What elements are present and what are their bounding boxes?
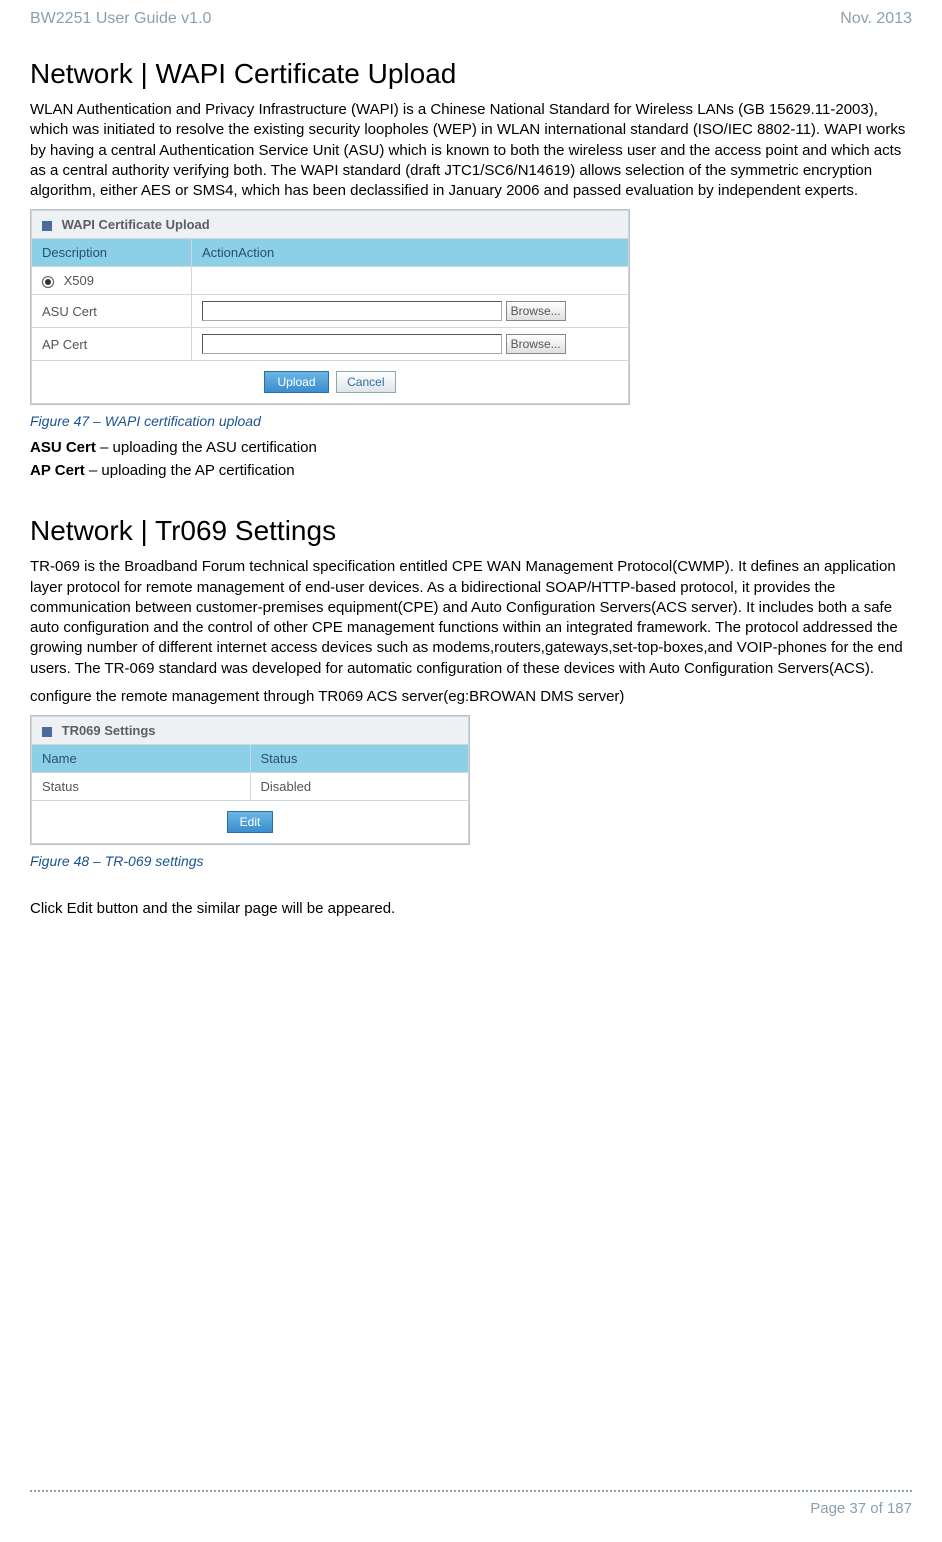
section1-title: Network | WAPI Certificate Upload: [30, 58, 912, 90]
tr069-row-value: Disabled: [250, 773, 469, 801]
wapi-panel: WAPI Certificate Upload Description Acti…: [30, 209, 630, 405]
def-ap-text: – uploading the AP certification: [85, 462, 295, 479]
tr069-col-name: Name: [32, 745, 251, 773]
def-asu-text: – uploading the ASU certification: [96, 439, 317, 456]
section2-para3: Click Edit button and the similar page w…: [30, 899, 912, 919]
row-x509: X509: [32, 267, 192, 295]
row-asu-label: ASU Cert: [32, 295, 192, 328]
figure48-caption: Figure 48 – TR-069 settings: [30, 853, 912, 869]
row-ap-action: Browse...: [192, 328, 629, 361]
panel-icon: [42, 727, 52, 737]
def-asu: ASU Cert – uploading the ASU certificati…: [30, 439, 912, 456]
col-description: Description: [32, 239, 192, 267]
tr069-panel: TR069 Settings Name Status Status Disabl…: [30, 715, 470, 845]
edit-button[interactable]: Edit: [227, 811, 274, 833]
page-number: Page 37 of 187: [810, 1500, 912, 1517]
section2-para2: configure the remote management through …: [30, 687, 912, 707]
x509-radio[interactable]: [42, 276, 54, 288]
ap-browse-button[interactable]: Browse...: [506, 334, 566, 354]
cancel-button[interactable]: Cancel: [336, 371, 395, 393]
def-ap: AP Cert – uploading the AP certification: [30, 462, 912, 479]
def-asu-label: ASU Cert: [30, 439, 96, 456]
x509-label: X509: [64, 273, 94, 288]
doc-title: BW2251 User Guide v1.0: [30, 10, 211, 28]
doc-date: Nov. 2013: [840, 10, 912, 28]
page-header: BW2251 User Guide v1.0 Nov. 2013: [30, 10, 912, 28]
figure47-caption: Figure 47 – WAPI certification upload: [30, 413, 912, 429]
section2-para1: TR-069 is the Broadband Forum technical …: [30, 557, 912, 679]
asu-file-input[interactable]: [202, 301, 502, 321]
tr069-row-label: Status: [32, 773, 251, 801]
tr069-col-status: Status: [250, 745, 469, 773]
row-asu-action: Browse...: [192, 295, 629, 328]
panel-titlebar: WAPI Certificate Upload: [32, 211, 629, 239]
section2-title: Network | Tr069 Settings: [30, 515, 912, 547]
asu-browse-button[interactable]: Browse...: [506, 301, 566, 321]
tr069-titlebar: TR069 Settings: [32, 717, 469, 745]
footer-divider: [30, 1490, 912, 1492]
button-row: Upload Cancel: [32, 361, 629, 404]
panel-title: WAPI Certificate Upload: [62, 217, 210, 232]
def-ap-label: AP Cert: [30, 462, 85, 479]
ap-file-input[interactable]: [202, 334, 502, 354]
tr069-button-row: Edit: [32, 801, 469, 844]
row-ap-label: AP Cert: [32, 328, 192, 361]
section1-para: WLAN Authentication and Privacy Infrastr…: [30, 100, 912, 201]
panel-icon: [42, 221, 52, 231]
upload-button[interactable]: Upload: [264, 371, 328, 393]
definitions: ASU Cert – uploading the ASU certificati…: [30, 439, 912, 479]
col-action: ActionAction: [192, 239, 629, 267]
tr069-panel-title: TR069 Settings: [62, 723, 156, 738]
row-x509-action: [192, 267, 629, 295]
